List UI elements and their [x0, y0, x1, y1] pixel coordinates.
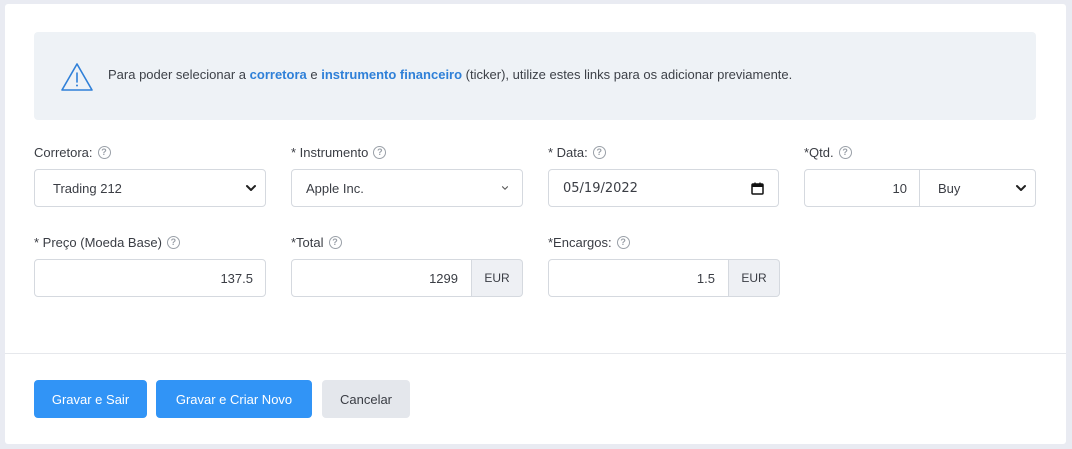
fees-label: *Encargos:?: [548, 235, 630, 250]
footer-divider: [5, 353, 1066, 354]
broker-link[interactable]: corretora: [250, 67, 307, 82]
date-label: * Data:?: [548, 145, 606, 160]
help-icon[interactable]: ?: [616, 236, 630, 249]
help-icon[interactable]: ?: [328, 236, 342, 249]
help-icon[interactable]: ?: [97, 146, 111, 159]
chevron-down-icon: [1016, 185, 1026, 191]
chevron-down-icon: [501, 186, 509, 190]
save-exit-button[interactable]: Gravar e Sair: [34, 380, 147, 418]
warning-triangle-icon: [61, 63, 93, 91]
total-label: *Total?: [291, 235, 342, 250]
price-label: * Preço (Moeda Base)?: [34, 235, 180, 250]
quantity-label: *Qtd.?: [804, 145, 852, 160]
info-alert: Para poder selecionar a corretora e inst…: [34, 32, 1036, 120]
alert-message: Para poder selecionar a corretora e inst…: [108, 67, 793, 82]
help-icon[interactable]: ?: [166, 236, 180, 249]
instrument-label: * Instrumento?: [291, 145, 387, 160]
save-new-button[interactable]: Gravar e Criar Novo: [156, 380, 312, 418]
date-input[interactable]: 05/19/2022: [548, 169, 779, 207]
instrument-select[interactable]: Apple Inc.: [291, 169, 523, 207]
help-icon[interactable]: ?: [592, 146, 606, 159]
help-icon[interactable]: ?: [373, 146, 387, 159]
quantity-input[interactable]: 10: [804, 169, 920, 207]
broker-label: Corretora:?: [34, 145, 111, 160]
transaction-form-card: Para poder selecionar a corretora e inst…: [5, 4, 1066, 444]
total-currency-addon: EUR: [472, 259, 523, 297]
fees-currency-addon: EUR: [729, 259, 780, 297]
calendar-icon[interactable]: [751, 182, 764, 195]
cancel-button[interactable]: Cancelar: [322, 380, 410, 418]
instrument-link[interactable]: instrumento financeiro: [321, 67, 462, 82]
chevron-down-icon: [246, 185, 256, 191]
total-input[interactable]: 1299: [291, 259, 472, 297]
broker-select[interactable]: Trading 212: [34, 169, 266, 207]
side-select[interactable]: Buy: [919, 169, 1036, 207]
price-input[interactable]: 137.5: [34, 259, 266, 297]
fees-input[interactable]: 1.5: [548, 259, 729, 297]
help-icon[interactable]: ?: [838, 146, 852, 159]
